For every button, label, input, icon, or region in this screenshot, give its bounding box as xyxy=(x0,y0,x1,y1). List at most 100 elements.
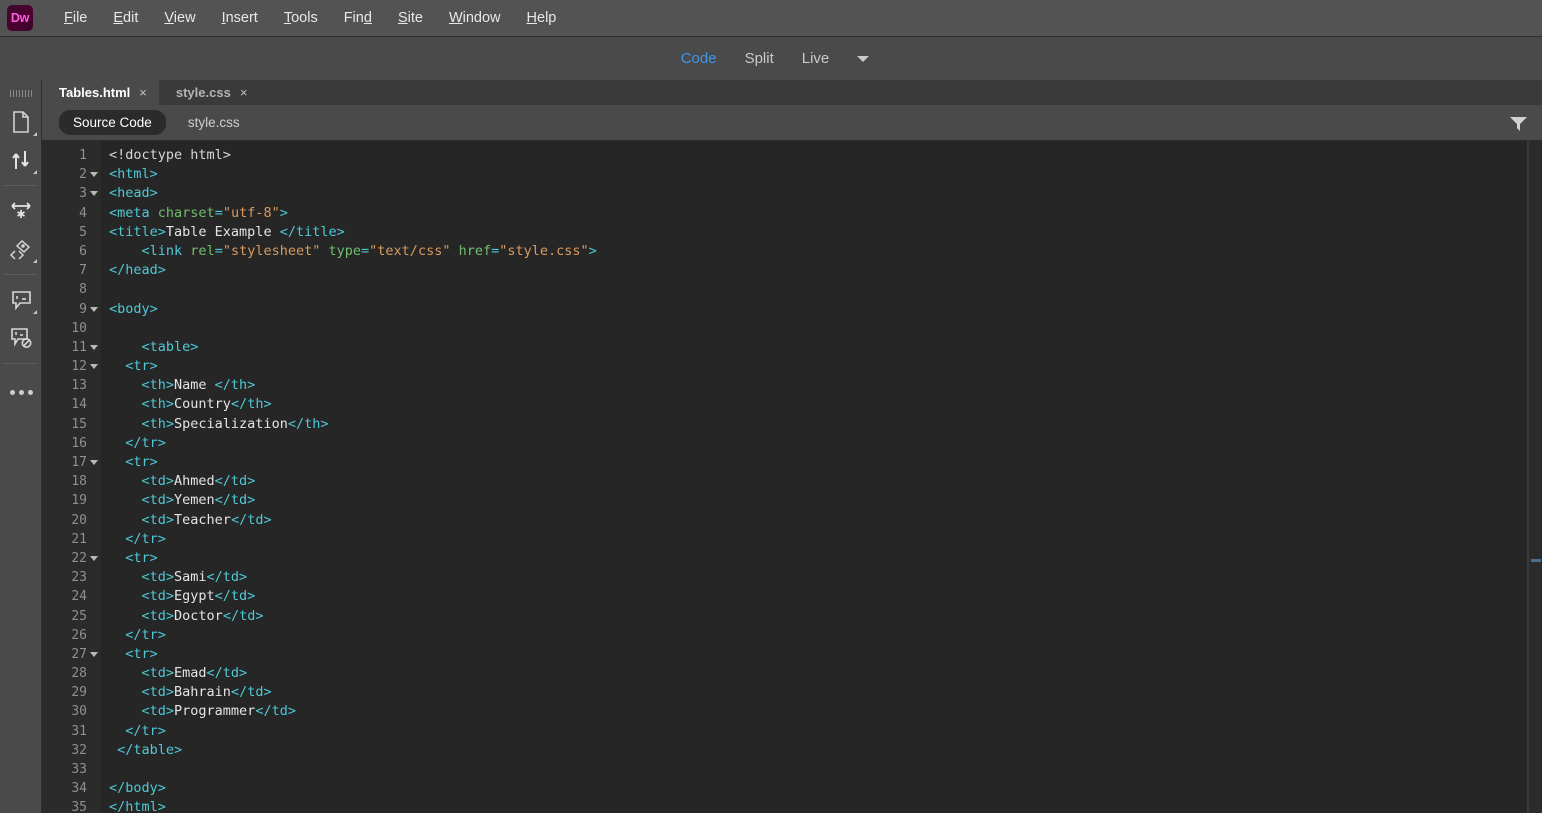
resize-arrows-icon[interactable] xyxy=(0,192,42,230)
source-code-button[interactable]: Source Code xyxy=(59,110,166,135)
code-line[interactable]: 16 </tr> xyxy=(42,434,1512,453)
code-line[interactable]: 14 <th>Country</th> xyxy=(42,395,1512,414)
line-number: 1 xyxy=(79,148,87,163)
code-fold-toggle-icon[interactable] xyxy=(87,344,101,350)
panel-grip-icon[interactable] xyxy=(9,90,32,97)
code-line[interactable]: 11 <table> xyxy=(42,338,1512,357)
code-line[interactable]: 9 <body> xyxy=(42,300,1512,319)
line-number: 4 xyxy=(79,205,87,221)
code-line[interactable]: 7 </head> xyxy=(42,261,1512,280)
menu-item-tools[interactable]: Tools xyxy=(271,7,331,29)
menu-bar: Dw File Edit View Insert Tools Find Site Window… xyxy=(0,0,1542,37)
code-line[interactable]: 6 <link rel="stylesheet" type="text/css"… xyxy=(42,242,1512,261)
file-page-icon[interactable] xyxy=(0,103,42,141)
code-token-tx: Programmer xyxy=(174,703,256,720)
code-fold-toggle-icon[interactable] xyxy=(87,556,101,562)
code-token-tg: > xyxy=(588,242,597,259)
code-line[interactable]: 4 <meta charset="utf-8"> xyxy=(42,204,1512,223)
code-text: </body> xyxy=(101,779,166,798)
code-line[interactable]: 26 </tr> xyxy=(42,626,1512,645)
code-token-tx: Name xyxy=(174,377,215,394)
vertical-scrollbar[interactable] xyxy=(1528,141,1542,813)
code-line[interactable]: 1 <!doctype html> xyxy=(42,146,1512,165)
code-line[interactable]: 3 <head> xyxy=(42,184,1512,203)
code-token-tg: <table> xyxy=(141,338,199,355)
code-fold-toggle-icon[interactable] xyxy=(87,651,101,657)
code-line[interactable]: 21 </tr> xyxy=(42,530,1512,549)
code-line[interactable]: 33 xyxy=(42,760,1512,779)
line-number: 14 xyxy=(71,397,87,413)
view-mode-code[interactable]: Code xyxy=(667,46,731,71)
sort-arrows-icon[interactable] xyxy=(0,141,42,179)
flyout-corner-icon xyxy=(33,132,37,136)
menu-item-help[interactable]: Help xyxy=(514,7,570,29)
code-line[interactable]: 27 <tr> xyxy=(42,645,1512,664)
code-fold-toggle-icon[interactable] xyxy=(87,364,101,370)
line-number: 27 xyxy=(71,646,87,662)
code-line[interactable]: 20 <td>Teacher</td> xyxy=(42,511,1512,530)
menu-item-view[interactable]: View xyxy=(151,7,208,29)
menu-item-file[interactable]: File xyxy=(51,7,100,29)
code-editor[interactable]: 1 <!doctype html> 2 <html> 3 <head> 4 <meta cha… xyxy=(42,141,1542,813)
code-line[interactable]: 2 <html> xyxy=(42,165,1512,184)
code-line[interactable]: 22 <tr> xyxy=(42,549,1512,568)
code-token-tg: <td> xyxy=(141,684,175,701)
code-line[interactable]: 23 <td>Sami</td> xyxy=(42,568,1512,587)
code-text: <th>Country</th> xyxy=(101,395,272,414)
code-line[interactable]: 8 xyxy=(42,280,1512,299)
menu-item-window[interactable]: Window xyxy=(436,7,514,29)
menu-item-insert[interactable]: Insert xyxy=(209,7,271,29)
filter-funnel-icon[interactable] xyxy=(1509,115,1528,137)
document-tab-style-css[interactable]: style.css × xyxy=(159,80,260,105)
more-options-icon[interactable] xyxy=(0,370,42,414)
code-token-tg: </td> xyxy=(230,684,272,701)
code-lines[interactable]: 1 <!doctype html> 2 <html> 3 <head> 4 <meta cha… xyxy=(42,146,1512,813)
code-fold-toggle-icon[interactable] xyxy=(87,306,101,312)
menu-item-edit[interactable]: Edit xyxy=(100,7,151,29)
code-fold-toggle-icon[interactable] xyxy=(87,191,101,197)
code-line[interactable]: 28 <td>Emad</td> xyxy=(42,664,1512,683)
code-fold-toggle-icon[interactable] xyxy=(87,460,101,466)
code-token-tg: </td> xyxy=(206,569,248,586)
document-tab-tables-html[interactable]: Tables.html × xyxy=(42,80,159,105)
code-token-tg: = xyxy=(214,204,223,221)
code-line[interactable]: 17 <tr> xyxy=(42,453,1512,472)
code-line[interactable]: 29 <td>Bahrain</td> xyxy=(42,683,1512,702)
code-line[interactable]: 5 <title>Table Example </title> xyxy=(42,223,1512,242)
code-line[interactable]: 30 <td>Programmer</td> xyxy=(42,702,1512,721)
line-number: 7 xyxy=(79,263,87,279)
menu-item-find[interactable]: Find xyxy=(331,7,385,29)
code-line[interactable]: 32 </table> xyxy=(42,741,1512,760)
code-line[interactable]: 24 <td>Egypt</td> xyxy=(42,587,1512,606)
code-text: </table> xyxy=(101,741,182,760)
code-line[interactable]: 19 <td>Yemen</td> xyxy=(42,491,1512,510)
comment-icon[interactable] xyxy=(0,281,42,319)
code-line[interactable]: 35 </html> xyxy=(42,798,1512,813)
line-number: 15 xyxy=(71,416,87,432)
code-line[interactable]: 13 <th>Name </th> xyxy=(42,376,1512,395)
comment-disabled-icon[interactable] xyxy=(0,319,42,357)
code-token-dt: <!doctype html> xyxy=(109,147,231,163)
code-wand-icon[interactable] xyxy=(0,230,42,268)
view-mode-split[interactable]: Split xyxy=(731,46,788,71)
code-line[interactable]: 31 </tr> xyxy=(42,722,1512,741)
code-text: <link rel="stylesheet" type="text/css" h… xyxy=(101,242,597,261)
close-icon[interactable]: × xyxy=(240,85,248,100)
code-token-tg: </tr> xyxy=(125,626,166,643)
code-line[interactable]: 25 <td>Doctor</td> xyxy=(42,607,1512,626)
code-fold-toggle-icon[interactable] xyxy=(87,172,101,178)
close-icon[interactable]: × xyxy=(139,85,147,100)
code-token-tg: <tr> xyxy=(125,549,158,566)
code-line[interactable]: 10 xyxy=(42,319,1512,338)
code-token-va: "text/css" xyxy=(369,242,451,259)
code-text: <td>Teacher</td> xyxy=(101,511,272,530)
code-line[interactable]: 15 <th>Specialization</th> xyxy=(42,415,1512,434)
code-line[interactable]: 18 <td>Ahmed</td> xyxy=(42,472,1512,491)
chevron-down-icon[interactable] xyxy=(857,55,870,62)
menu-item-site[interactable]: Site xyxy=(385,7,436,29)
code-line[interactable]: 12 <tr> xyxy=(42,357,1512,376)
view-mode-live[interactable]: Live xyxy=(788,46,844,71)
code-line[interactable]: 34 </body> xyxy=(42,779,1512,798)
code-token-tg: </td> xyxy=(214,473,256,490)
stylesheet-link-style-css[interactable]: style.css xyxy=(188,115,240,130)
